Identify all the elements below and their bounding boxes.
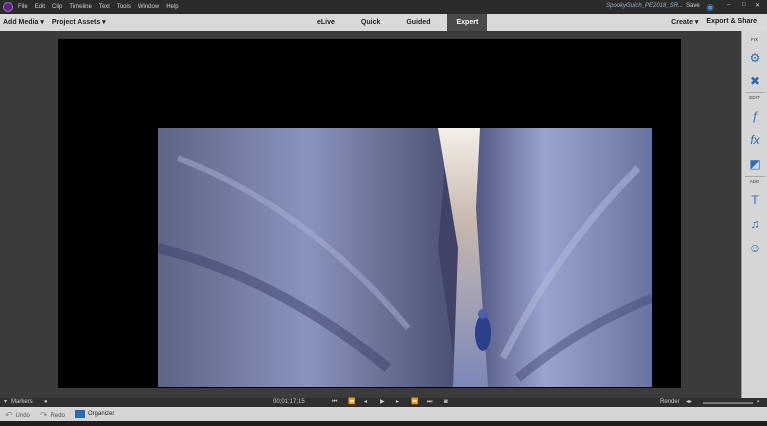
- menu-file[interactable]: File: [18, 4, 28, 10]
- titles-icon[interactable]: T: [748, 193, 762, 207]
- bottom-bar: ↶ Undo ↷ Redo Organizer: [0, 407, 767, 421]
- status-strip: [0, 421, 767, 426]
- undo-icon: ↶: [5, 410, 13, 420]
- tools-icon[interactable]: ✖: [748, 74, 762, 88]
- next-frame-icon[interactable]: ⏩: [411, 399, 418, 406]
- goto-start-icon[interactable]: ⏮: [332, 399, 337, 406]
- step-back-icon[interactable]: ◂: [364, 399, 367, 406]
- canyon-video-image: [158, 128, 652, 387]
- save-button[interactable]: Save: [686, 3, 700, 9]
- redo-button[interactable]: ↷ Redo: [40, 410, 65, 421]
- video-frame[interactable]: [158, 128, 652, 387]
- menu-text[interactable]: Text: [99, 4, 110, 10]
- marker-add-icon[interactable]: ●: [44, 399, 48, 406]
- organizer-icon: [75, 410, 85, 418]
- mode-bar: Add Media ▾ Project Assets ▾ eLive Quick…: [0, 14, 767, 31]
- graphics-icon[interactable]: ☺: [748, 241, 762, 255]
- zoom-in-icon[interactable]: ▪: [757, 399, 759, 406]
- add-media-button[interactable]: Add Media ▾: [3, 18, 44, 26]
- transitions-icon[interactable]: ◩: [748, 157, 762, 171]
- action-panel: FIX ⚙ ✖ EDIT ƒ fx ◩ ADD T ♫ ☺: [741, 31, 767, 398]
- play-icon[interactable]: ▶: [380, 399, 385, 406]
- panel-section-edit: EDIT: [749, 95, 760, 100]
- panel-section-fix: FIX: [750, 37, 758, 42]
- project-assets-button[interactable]: Project Assets ▾: [52, 18, 106, 26]
- undo-button[interactable]: ↶ Undo: [5, 410, 30, 421]
- help-icon[interactable]: ◉: [705, 2, 715, 12]
- panel-divider: [745, 92, 765, 93]
- fx-icon[interactable]: fx: [748, 133, 762, 147]
- create-button[interactable]: Create ▾: [671, 18, 698, 26]
- menu-edit[interactable]: Edit: [35, 4, 45, 10]
- transport-bar: ▾ Markers ● 00;01;17;15 ⏮ ⏪ ◂ ▶ ▸ ⏩ ⏭ ◙ …: [0, 398, 767, 407]
- tab-expert[interactable]: Expert: [447, 14, 488, 31]
- export-share-button[interactable]: Export & Share: [706, 18, 757, 26]
- goto-end-icon[interactable]: ⏭: [427, 399, 432, 406]
- redo-icon: ↷: [40, 410, 48, 420]
- adjustments-icon[interactable]: ⚙: [748, 51, 762, 65]
- markers-label[interactable]: Markers: [11, 399, 33, 406]
- markers-dropdown-icon[interactable]: ▾: [4, 399, 7, 406]
- menu-clip[interactable]: Clip: [52, 4, 62, 10]
- mode-tabs: eLive Quick Guided Expert: [308, 14, 495, 31]
- menu-bar: File Edit Clip Timeline Text Tools Windo…: [0, 0, 767, 14]
- effects-icon[interactable]: ƒ: [748, 109, 762, 123]
- step-forward-icon[interactable]: ▸: [396, 399, 399, 406]
- menu-timeline[interactable]: Timeline: [69, 4, 91, 10]
- close-icon[interactable]: ✕: [755, 2, 760, 9]
- timecode: 00;01;17;15: [273, 399, 305, 405]
- panel-section-add: ADD: [749, 179, 760, 184]
- app-logo-icon: [3, 2, 13, 12]
- music-icon[interactable]: ♫: [748, 217, 762, 231]
- minimize-icon[interactable]: –: [727, 2, 730, 8]
- organizer-button[interactable]: Organizer: [75, 410, 114, 418]
- undo-label: Undo: [15, 412, 30, 419]
- monitor-panel: [58, 39, 681, 388]
- tab-elive[interactable]: eLive: [308, 14, 344, 31]
- document-name: SpookyGulch_PE2018_SR...: [606, 3, 684, 9]
- tab-guided[interactable]: Guided: [397, 14, 439, 31]
- menu-window[interactable]: Window: [138, 4, 159, 10]
- menu-help[interactable]: Help: [166, 4, 178, 10]
- prev-frame-icon[interactable]: ⏪: [348, 399, 355, 406]
- snapshot-icon[interactable]: ◙: [444, 399, 448, 406]
- zoom-out-icon[interactable]: ◂▸: [686, 399, 692, 406]
- maximize-icon[interactable]: □: [742, 2, 746, 8]
- monitor-area: [0, 31, 741, 398]
- redo-label: Redo: [50, 412, 65, 419]
- tab-quick[interactable]: Quick: [352, 14, 389, 31]
- menu-tools[interactable]: Tools: [117, 4, 131, 10]
- organizer-label: Organizer: [88, 411, 115, 417]
- render-label[interactable]: Render: [660, 399, 680, 406]
- panel-divider: [745, 176, 765, 177]
- zoom-slider[interactable]: [703, 402, 753, 404]
